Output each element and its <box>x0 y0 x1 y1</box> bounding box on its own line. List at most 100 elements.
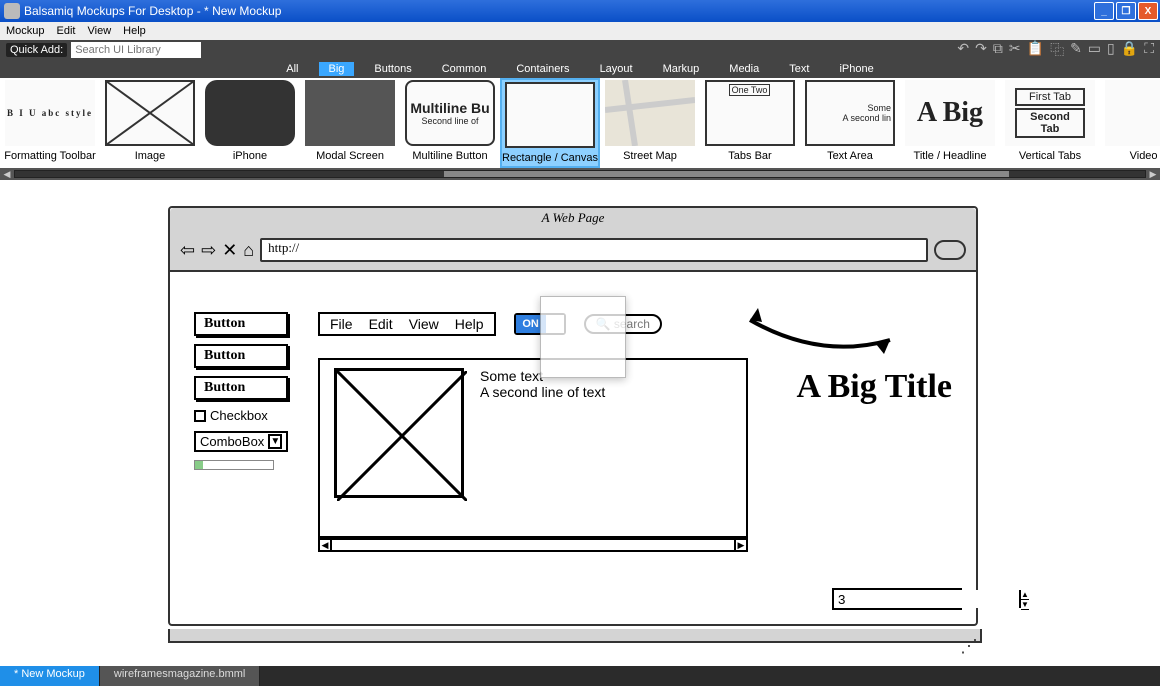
curved-arrow-icon[interactable] <box>740 300 900 375</box>
resize-handle-icon[interactable]: ⋰ <box>960 636 978 657</box>
stepper-up-icon[interactable]: ▲ <box>1021 590 1029 600</box>
doc-tab-active[interactable]: * New Mockup <box>0 666 100 686</box>
stepper-input[interactable] <box>834 590 1019 608</box>
browser-statusbar: ⋰ <box>168 629 982 643</box>
library-item[interactable]: iPhone <box>200 78 300 168</box>
library-item[interactable]: Modal Screen <box>300 78 400 168</box>
menu-mockup[interactable]: Mockup <box>6 25 45 37</box>
browser-navbar: ⇦ ⇨ ✕ ⌂ http:// <box>170 230 976 272</box>
mockup-checkbox[interactable]: Checkbox <box>194 408 288 423</box>
library-item-label: Vertical Tabs <box>1019 150 1081 162</box>
checkbox-icon <box>194 410 206 422</box>
fullscreen-icon[interactable]: ⛶ <box>1144 40 1154 60</box>
image-placeholder-icon[interactable] <box>334 368 464 498</box>
library-item[interactable]: Video Pl <box>1100 78 1160 168</box>
browser-window-widget[interactable]: A Web Page ⇦ ⇨ ✕ ⌂ http:// Button Button… <box>168 206 978 626</box>
doc-tab[interactable]: wireframesmagazine.bmml <box>100 666 260 686</box>
tab-big[interactable]: Big <box>319 62 355 76</box>
mockup-button[interactable]: Button <box>194 344 288 368</box>
edit-icon[interactable]: ✎ <box>1070 40 1082 60</box>
tab-layout[interactable]: Layout <box>590 62 643 76</box>
thumb-streetmap <box>605 80 695 146</box>
quickadd-toolbar: Quick Add: ↶ ↷ ⧉ ✂ 📋 ⿻ ✎ ▭ ▯ 🔒 ⛶ <box>0 40 1160 60</box>
scroll-left-icon[interactable]: ◀ <box>0 169 14 180</box>
forward-arrow-icon[interactable]: ⇨ <box>201 240 216 261</box>
library-item[interactable]: Street Map <box>600 78 700 168</box>
ungroup-icon[interactable]: ▯ <box>1107 40 1115 60</box>
mockup-menubar[interactable]: File Edit View Help <box>318 312 496 336</box>
tab-text[interactable]: Text <box>779 62 819 76</box>
thumb-tabsbar: One Two <box>705 80 795 146</box>
stepper-down-icon[interactable]: ▼ <box>1021 600 1029 610</box>
duplicate-icon[interactable]: ⿻ <box>1050 40 1064 60</box>
library-item-label: Street Map <box>623 150 677 162</box>
browser-page-title[interactable]: A Web Page <box>170 208 976 230</box>
library-item-label: Tabs Bar <box>728 150 771 162</box>
tab-common[interactable]: Common <box>432 62 497 76</box>
library-item[interactable]: B I U abc style Formatting Toolbar <box>0 78 100 168</box>
thumb-rectangle <box>505 82 595 148</box>
thumb-image <box>105 80 195 146</box>
back-arrow-icon[interactable]: ⇦ <box>180 240 195 261</box>
undo-icon[interactable]: ↶ <box>957 40 969 60</box>
button-stack: Button Button Button Checkbox ComboBox▼ <box>194 312 288 470</box>
tab-media[interactable]: Media <box>719 62 769 76</box>
app-icon <box>4 3 20 19</box>
cut-icon[interactable]: ✂ <box>1009 40 1021 60</box>
menu-edit[interactable]: Edit <box>57 25 76 37</box>
maximize-button[interactable]: ❐ <box>1116 2 1136 20</box>
library-item-selected[interactable]: Rectangle / Canvas <box>500 78 600 168</box>
mockup-button[interactable]: Button <box>194 376 288 400</box>
thumb-formatting-toolbar: B I U abc style <box>5 80 95 146</box>
library-item[interactable]: Multiline Bu Second line of Multiline Bu… <box>400 78 500 168</box>
url-field[interactable]: http:// <box>260 238 928 262</box>
library-item[interactable]: SomeA second lin Text Area <box>800 78 900 168</box>
library-item[interactable]: One Two Tabs Bar <box>700 78 800 168</box>
mockup-numeric-stepper[interactable]: ▲▼ <box>832 588 962 610</box>
mockup-combobox[interactable]: ComboBox▼ <box>194 431 288 452</box>
library-item[interactable]: First Tab Second Tab Vertical Tabs <box>1000 78 1100 168</box>
mockup-content-panel[interactable]: Some text A second line of text <box>318 358 748 538</box>
tab-markup[interactable]: Markup <box>653 62 710 76</box>
tab-containers[interactable]: Containers <box>506 62 579 76</box>
menu-help[interactable]: Help <box>123 25 146 37</box>
category-tabs: All Big Buttons Common Containers Layout… <box>0 60 1160 78</box>
mockup-headline[interactable]: A Big Title <box>796 368 952 406</box>
library-item-label: Text Area <box>827 150 873 162</box>
toolbar-icons: ↶ ↷ ⧉ ✂ 📋 ⿻ ✎ ▭ ▯ 🔒 ⛶ <box>957 40 1154 60</box>
tab-all[interactable]: All <box>276 62 308 76</box>
design-canvas[interactable]: A Web Page ⇦ ⇨ ✕ ⌂ http:// Button Button… <box>0 180 1160 686</box>
redo-icon[interactable]: ↷ <box>975 40 987 60</box>
lock-icon[interactable]: 🔒 <box>1121 40 1138 60</box>
tab-iphone[interactable]: iPhone <box>829 62 883 76</box>
stop-x-icon[interactable]: ✕ <box>222 240 237 261</box>
library-item[interactable]: Image <box>100 78 200 168</box>
library-scrollbar[interactable]: ◀ ▶ <box>0 168 1160 180</box>
search-ui-library-input[interactable] <box>71 42 201 58</box>
library-item[interactable]: A Big Title / Headline <box>900 78 1000 168</box>
thumb-modal <box>305 80 395 146</box>
paste-icon[interactable]: 📋 <box>1027 40 1044 60</box>
ui-library-strip: B I U abc style Formatting Toolbar Image… <box>0 78 1160 168</box>
go-button[interactable] <box>934 240 966 260</box>
library-item-label: Formatting Toolbar <box>4 150 96 162</box>
home-icon[interactable]: ⌂ <box>243 240 254 261</box>
copy-icon[interactable]: ⧉ <box>993 40 1003 60</box>
menu-view[interactable]: View <box>88 25 112 37</box>
close-button[interactable]: X <box>1138 2 1158 20</box>
thumb-multiline-button: Multiline Bu Second line of <box>405 80 495 146</box>
thumb-iphone <box>205 80 295 146</box>
library-item-label: iPhone <box>233 150 267 162</box>
library-item-label: Title / Headline <box>914 150 987 162</box>
mockup-progress-bar[interactable] <box>194 460 274 470</box>
tab-buttons[interactable]: Buttons <box>364 62 421 76</box>
library-item-label: Multiline Button <box>412 150 487 162</box>
group-icon[interactable]: ▭ <box>1088 40 1101 60</box>
dropdown-arrow-icon: ▼ <box>268 434 282 449</box>
thumb-title-headline: A Big <box>905 80 995 146</box>
minimize-button[interactable]: _ <box>1094 2 1114 20</box>
mockup-button[interactable]: Button <box>194 312 288 336</box>
mockup-horizontal-scrollbar[interactable]: ◀▶ <box>318 538 748 552</box>
dragging-rectangle-preview[interactable] <box>540 296 626 378</box>
scroll-right-icon[interactable]: ▶ <box>1146 169 1160 180</box>
